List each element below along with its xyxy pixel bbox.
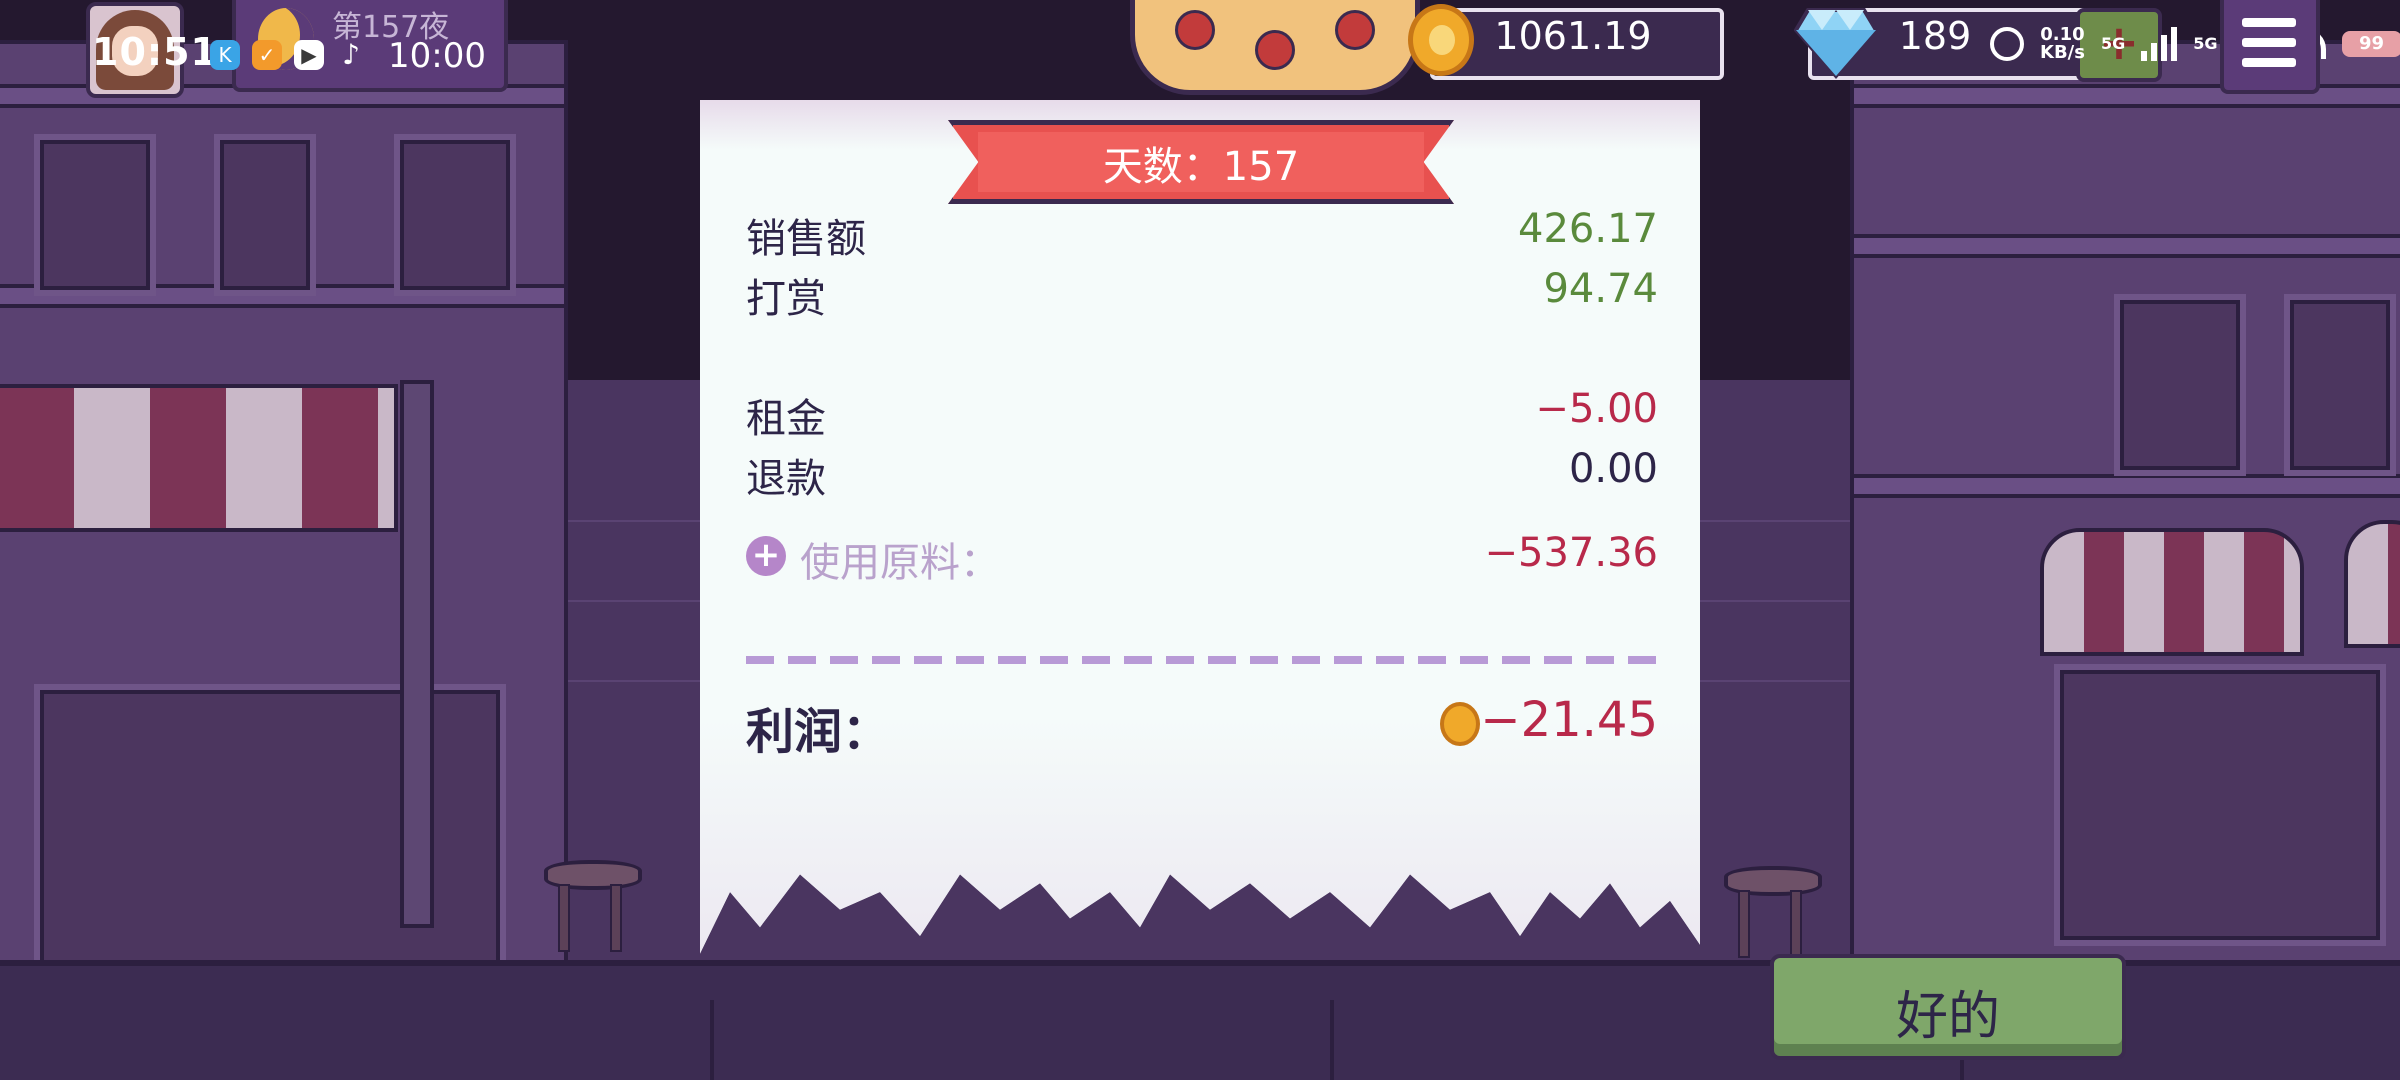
status-bar-right: 0.10 KB/s 5G 5G 99: [1990, 26, 2400, 62]
menu-button[interactable]: [2220, 0, 2320, 94]
shop-awning: [2344, 520, 2400, 648]
rent-row: 租金 −5.00: [746, 386, 1658, 442]
net-speed: 0.10 KB/s: [2040, 26, 2085, 62]
window: [34, 134, 156, 296]
net-type: 5G: [2100, 34, 2126, 53]
right-building: [1850, 40, 2400, 968]
gem-balance: 189: [1898, 14, 1972, 58]
stool-leg: [1738, 890, 1750, 958]
notification-icons: K ✓ ▶ ♪: [210, 40, 366, 70]
row-value: 0.00: [1568, 446, 1658, 492]
tiktok-icon: ♪: [342, 38, 360, 71]
shop-awning: [0, 384, 398, 532]
menu-icon-bar: [2242, 38, 2296, 47]
net-speed-unit: KB/s: [2040, 42, 2085, 63]
app-notification-icon: ✓: [252, 40, 282, 70]
stool-leg: [1790, 890, 1802, 958]
net-type: 5G: [2193, 34, 2218, 53]
shop-window: [34, 684, 506, 976]
coin-balance: 1061.19: [1494, 14, 1652, 58]
ok-button[interactable]: 好的: [1770, 954, 2126, 1060]
dashed-divider: [746, 656, 1658, 664]
expand-plus-icon[interactable]: +: [746, 536, 786, 576]
alarm-icon: [1990, 27, 2024, 61]
coin-icon: [1440, 702, 1480, 746]
stool: [1724, 866, 1822, 958]
sidewalk-line: [1330, 1000, 1334, 1080]
stool-leg: [558, 884, 570, 952]
pepperoni: [1335, 10, 1375, 50]
window: [2114, 294, 2246, 476]
sidewalk-line: [710, 1000, 714, 1080]
pizza-slice-decoration: [1130, 0, 1420, 95]
menu-icon-bar: [2242, 58, 2296, 67]
ingredients-row[interactable]: + 使用原料： −537.36: [746, 530, 1658, 586]
stool: [544, 860, 642, 952]
shop-window: [2054, 664, 2386, 946]
row-value: −537.36: [1484, 530, 1658, 576]
window: [394, 134, 516, 296]
profit-label: 利润：: [746, 704, 891, 760]
app-notification-icon: ▶: [294, 40, 324, 70]
status-clock: 10:51: [92, 30, 218, 74]
signal-icon: [2141, 27, 2178, 61]
refund-row: 退款 0.00: [746, 446, 1658, 502]
ok-button-label: 好的: [1895, 987, 2000, 1047]
row-label: 租金: [746, 396, 826, 442]
row-label: 退款: [746, 456, 826, 502]
row-value: −5.00: [1535, 386, 1658, 432]
row-label: 打赏: [746, 276, 826, 322]
app-notification-icon: K: [210, 40, 240, 70]
profit-value: −21.45: [1480, 692, 1658, 748]
row-label: 销售额: [746, 216, 866, 262]
window: [2284, 294, 2396, 476]
battery-indicator: 99: [2341, 31, 2400, 57]
window: [214, 134, 316, 296]
pepperoni: [1175, 10, 1215, 50]
building-ledge: [1854, 234, 2400, 258]
sales-row: 销售额 426.17: [746, 206, 1658, 262]
game-time: 10:00: [388, 36, 486, 76]
row-label: 使用原料：: [800, 540, 1000, 586]
row-value: 94.74: [1543, 266, 1658, 312]
stool-leg: [610, 884, 622, 952]
lamp-pole: [400, 380, 434, 928]
menu-icon-bar: [2242, 18, 2296, 27]
row-value: 426.17: [1518, 206, 1658, 252]
pepperoni: [1255, 30, 1295, 70]
tips-row: 打赏 94.74: [746, 266, 1658, 322]
shop-awning: [2040, 528, 2304, 656]
diamond-icon: [1794, 8, 1878, 80]
building-ledge: [1854, 474, 2400, 498]
banner-text: 天数：157: [1102, 144, 1300, 190]
day-banner: 天数：157: [948, 120, 1454, 204]
